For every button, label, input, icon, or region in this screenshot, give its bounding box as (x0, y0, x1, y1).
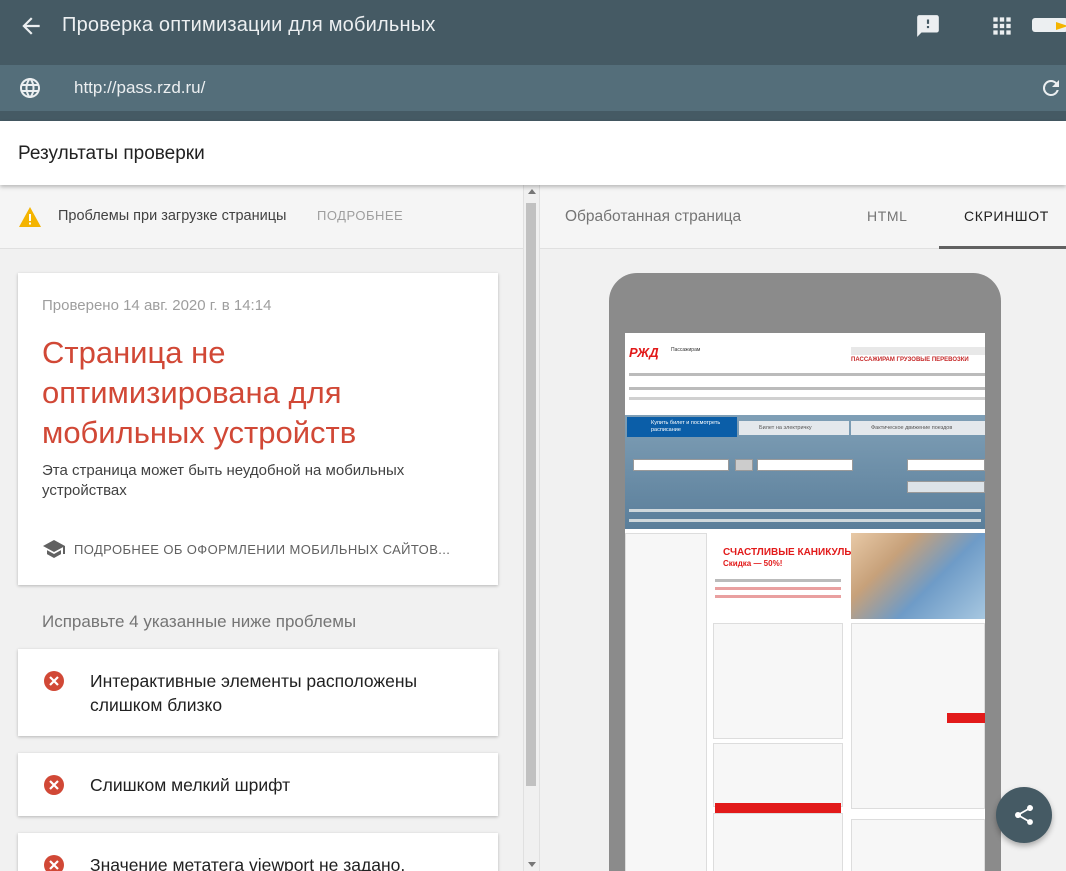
rzd-swap-button (735, 459, 753, 471)
rzd-promo-photo (851, 533, 985, 619)
rzd-loyalty-block (713, 743, 843, 807)
feedback-icon[interactable] (915, 13, 941, 39)
rzd-lastochka-badge (947, 713, 985, 723)
scroll-down-arrow-icon[interactable] (528, 862, 536, 867)
rzd-date-input (907, 459, 985, 471)
rzd-text-line (629, 387, 985, 390)
issue-text: Интерактивные элементы расположены слишк… (90, 671, 418, 715)
reload-icon[interactable] (1039, 76, 1063, 100)
issues-heading: Исправьте 4 указанные ниже проблемы (42, 612, 357, 631)
left-panel: Проблемы при загрузке страницы ПОДРОБНЕЕ… (0, 185, 523, 871)
page-screenshot: РЖД Пассажирам ПАССАЖИРАМ ГРУЗОВЫЕ ПЕРЕВ… (625, 333, 985, 871)
rzd-date2-input (907, 481, 985, 493)
warning-more-link[interactable]: ПОДРОБНЕЕ (317, 208, 403, 223)
phone-frame: РЖД Пассажирам ПАССАЖИРАМ ГРУЗОВЫЕ ПЕРЕВ… (609, 273, 1001, 871)
rzd-nav: ПАССАЖИРАМ ГРУЗОВЫЕ ПЕРЕВОЗКИ (851, 357, 969, 363)
apps-grid-icon[interactable] (989, 13, 1015, 39)
left-panel-scrollbar[interactable] (523, 185, 539, 871)
rzd-left-column (625, 533, 707, 871)
rzd-international-trains (713, 623, 843, 739)
verdict-title: Страница не оптимизирована для мобильных… (42, 335, 357, 450)
issue-item[interactable]: Значение метатега viewport не задано. (18, 833, 498, 871)
url-bar: http://pass.rzd.ru/ (0, 65, 1066, 111)
issue-text: Слишком мелкий шрифт (90, 775, 291, 795)
verdict-description: Эта страница может быть неудобной на моб… (42, 462, 405, 499)
rzd-logo: РЖД (629, 345, 659, 360)
rzd-text-line (715, 595, 841, 598)
warning-icon (19, 207, 41, 227)
rzd-dynamic-pricing (851, 819, 985, 871)
tab-screenshot[interactable]: СКРИНШОТ (964, 208, 1049, 224)
account-avatar[interactable] (1030, 10, 1066, 40)
warning-text: Проблемы при загрузке страницы (58, 208, 287, 224)
rzd-from-input (633, 459, 729, 471)
rzd-branded-trains (713, 813, 843, 871)
rzd-logo-sub: Пассажирам (671, 347, 701, 353)
results-title: Результаты проверки (18, 143, 205, 164)
rzd-options-row (629, 519, 981, 522)
page-loading-warning: Проблемы при загрузке страницы ПОДРОБНЕЕ (0, 185, 523, 249)
rzd-headline-sub: Скидка — 50%! (723, 559, 783, 568)
rzd-tab-movement: Фактическое движение поездов (851, 421, 985, 435)
error-circle-icon (44, 775, 64, 795)
scroll-thumb[interactable] (526, 203, 536, 786)
app-title: Проверка оптимизации для мобильных (62, 14, 436, 36)
share-button[interactable] (996, 787, 1052, 843)
rzd-tab-buy: Купить билет и посмотреть расписание (627, 417, 737, 437)
rzd-to-input (757, 459, 853, 471)
processed-page-label: Обработанная страница (565, 208, 742, 225)
url-text[interactable]: http://pass.rzd.ru/ (74, 78, 205, 98)
app-bar: Проверка оптимизации для мобильных http:… (0, 0, 1066, 121)
globe-icon (20, 78, 40, 98)
rzd-tab-electric: Билет на электричку (739, 421, 849, 435)
checked-date: Проверено 14 авг. 2020 г. в 14:14 (42, 297, 272, 314)
preview-tabs: Обработанная страница HTML СКРИНШОТ (540, 185, 1066, 249)
scroll-up-arrow-icon[interactable] (528, 189, 536, 194)
issue-item[interactable]: Слишком мелкий шрифт (18, 753, 498, 816)
rzd-top-links (851, 347, 985, 355)
rzd-text-line (715, 587, 841, 590)
rzd-text-line (715, 579, 841, 582)
right-panel: Обработанная страница HTML СКРИНШОТ РЖД … (539, 185, 1066, 871)
rzd-headline: СЧАСТЛИВЫЕ КАНИКУЛЫ (723, 547, 855, 558)
error-circle-icon (44, 855, 64, 871)
active-tab-indicator (939, 246, 1066, 249)
summary-card: Проверено 14 авг. 2020 г. в 14:14 Страни… (18, 273, 498, 585)
arrow-back-icon[interactable] (18, 13, 44, 39)
rzd-text-line (629, 373, 985, 376)
error-circle-icon (44, 671, 64, 691)
tab-html[interactable]: HTML (867, 208, 908, 224)
share-icon (1015, 805, 1033, 825)
results-header: Результаты проверки (0, 121, 1066, 185)
issue-item[interactable]: Интерактивные элементы расположены слишк… (18, 649, 498, 736)
learn-more-text: ПОДРОБНЕЕ ОБ ОФОРМЛЕНИИ МОБИЛЬНЫХ САЙТОВ… (74, 542, 451, 557)
issue-text: Значение метатега viewport не задано. (90, 855, 406, 871)
school-cap-icon (43, 540, 65, 558)
rzd-options-row (629, 509, 981, 512)
app-bar-top-row: Проверка оптимизации для мобильных (0, 0, 1066, 52)
rzd-text-line (629, 397, 985, 400)
